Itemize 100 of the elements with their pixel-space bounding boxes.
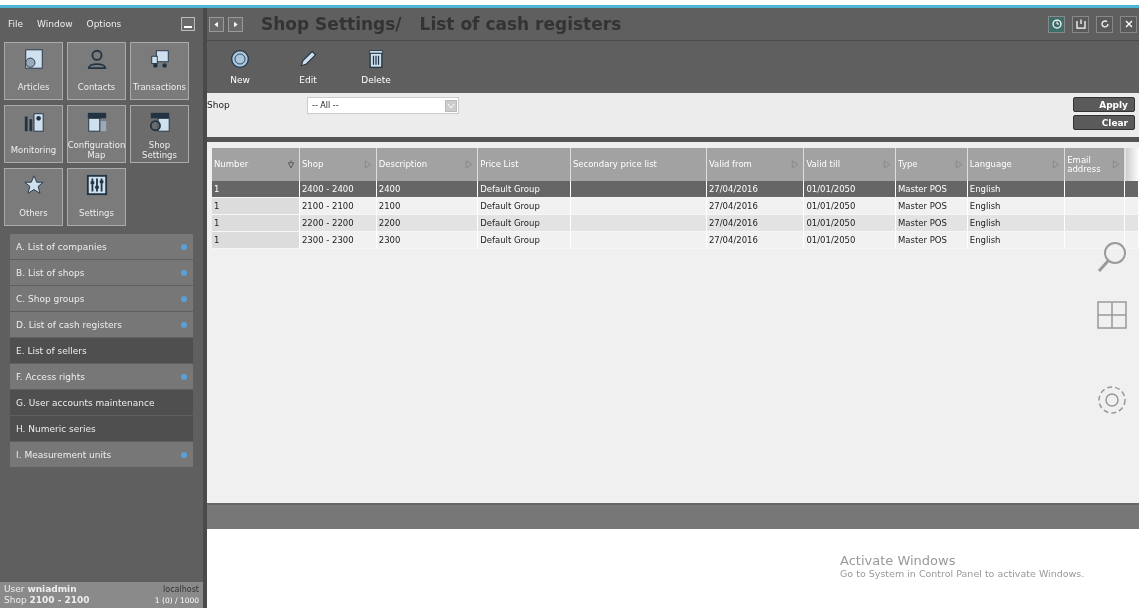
item-label: A. List of companies <box>16 241 107 252</box>
table-cell: 2300 <box>378 235 401 245</box>
nav-tile[interactable]: Articles <box>4 42 63 100</box>
column-header[interactable]: Valid till <box>803 148 896 181</box>
column-header[interactable]: Price List <box>477 148 571 181</box>
column-header[interactable]: Language <box>967 148 1065 181</box>
table-cell: English <box>969 235 1001 245</box>
table-cell: Default Group <box>480 218 540 228</box>
minimize-icon[interactable] <box>181 17 195 31</box>
table-cell: Master POS <box>898 218 947 228</box>
table-cell: 1 <box>214 218 220 228</box>
menu-item[interactable]: File <box>8 19 24 29</box>
toolbar-button[interactable]: New <box>221 49 259 85</box>
column-header[interactable]: Number <box>212 148 300 181</box>
table-cell: 1 <box>214 184 220 194</box>
table-cell: Default Group <box>480 201 540 211</box>
table-cell: 01/01/2050 <box>806 184 856 194</box>
shop-label: Shop 2100 - 2100 <box>4 595 91 606</box>
table-row[interactable]: 1 2100 - 2100 2100 Default Group 27/04/2016 01/01/2050 Master POS English <box>212 197 1139 215</box>
table-cell: 27/04/2016 <box>708 235 758 245</box>
settings-icon[interactable] <box>1095 383 1129 417</box>
column-header[interactable]: Shop <box>299 148 377 181</box>
nav-tile[interactable]: Monitoring <box>4 105 63 163</box>
item-label: B. List of shops <box>16 267 85 278</box>
toolbar-button[interactable]: Edit <box>289 49 327 85</box>
table-cell: 2300 - 2300 <box>301 235 354 245</box>
column-header[interactable]: Email address <box>1064 148 1125 181</box>
nav-tile[interactable]: Contacts <box>67 42 126 100</box>
table-cell: English <box>969 201 1001 211</box>
table-cell: 01/01/2050 <box>806 201 856 211</box>
sidebar-item[interactable]: A. List of companies <box>10 234 193 259</box>
table-cell: Master POS <box>898 201 947 211</box>
sidebar-item[interactable]: D. List of cash registers <box>10 312 193 337</box>
table-cell: 2400 - 2400 <box>301 184 354 194</box>
table-cell: 27/04/2016 <box>708 184 758 194</box>
caret-icon[interactable] <box>445 99 457 112</box>
table-cell: 2100 <box>378 201 401 211</box>
window-button[interactable] <box>1096 15 1113 33</box>
filter-button[interactable]: Clear <box>1073 115 1135 130</box>
forward-button[interactable] <box>228 16 243 32</box>
shop-dropdown[interactable]: -- All -- <box>307 97 459 114</box>
star-icon <box>22 174 45 196</box>
table-cell: Master POS <box>898 184 947 194</box>
table-cell: 27/04/2016 <box>708 218 758 228</box>
nav-tile[interactable]: Transactions <box>130 42 189 100</box>
table-row[interactable]: 1 2300 - 2300 2300 Default Group 27/04/2016 01/01/2050 Master POS English <box>212 231 1139 249</box>
nav-tile[interactable]: Settings <box>67 168 126 226</box>
table-cell: 01/01/2050 <box>806 235 856 245</box>
menu-item[interactable]: Options <box>86 19 122 29</box>
table-cell: Master POS <box>898 235 947 245</box>
column-header[interactable]: Type <box>895 148 968 181</box>
item-label: I. Measurement units <box>16 449 112 460</box>
item-label: D. List of cash registers <box>16 319 122 330</box>
window-button[interactable] <box>1072 15 1089 33</box>
box-icon <box>22 48 45 70</box>
column-header[interactable]: Secondary price list <box>570 148 707 181</box>
column-header[interactable]: Description <box>376 148 478 181</box>
people-icon <box>85 48 108 70</box>
sidebar-item[interactable]: I. Measurement units <box>10 442 193 467</box>
item-label: C. Shop groups <box>16 293 85 304</box>
sort-icon[interactable] <box>286 160 295 169</box>
nav-tile[interactable]: Shop Settings <box>130 105 189 163</box>
back-button[interactable] <box>209 16 224 32</box>
table-row[interactable]: 1 2200 - 2200 2200 Default Group 27/04/2016 01/01/2050 Master POS English <box>212 214 1139 232</box>
table-cell: 1 <box>214 235 220 245</box>
search-icon[interactable] <box>1095 240 1129 274</box>
sidebar-item[interactable]: E. List of sellers <box>10 338 193 363</box>
activation-title: Activate Windows <box>840 553 957 568</box>
sidebar-item[interactable]: H. Numeric series <box>10 416 193 441</box>
activation-text: Go to System in Control Panel to activate Windows. <box>840 568 1085 579</box>
sidebar-item[interactable]: C. Shop groups <box>10 286 193 311</box>
menu-item[interactable]: Window <box>37 19 73 29</box>
window-button[interactable] <box>1048 15 1065 33</box>
table-cell: Default Group <box>480 184 540 194</box>
sidebar-item[interactable]: F. Access rights <box>10 364 193 389</box>
window-button[interactable] <box>1120 15 1137 33</box>
windows-icon[interactable] <box>1095 298 1129 332</box>
store-gear-icon <box>148 111 171 133</box>
nav-tile[interactable]: Configuration Map <box>67 105 126 163</box>
sidebar-item[interactable]: G. User accounts maintenance <box>10 390 193 415</box>
table-cell: English <box>969 184 1001 194</box>
table-cell: 2200 - 2200 <box>301 218 354 228</box>
refresh-icon <box>1098 18 1111 30</box>
sidebar-item[interactable]: B. List of shops <box>10 260 193 285</box>
filter-button[interactable]: Apply <box>1073 97 1135 112</box>
power-icon <box>1074 18 1087 30</box>
user-label: User wniadmin <box>4 584 78 595</box>
column-header[interactable]: Valid from <box>706 148 804 181</box>
toolbar-button[interactable]: Delete <box>357 49 395 85</box>
item-label: F. Access rights <box>16 371 85 382</box>
item-label: H. Numeric series <box>16 423 96 434</box>
nav-tile[interactable]: Others <box>4 168 63 226</box>
table-cell: 2100 - 2100 <box>301 201 354 211</box>
table-cell: 2200 <box>378 218 401 228</box>
sliders-icon <box>85 174 108 196</box>
chart-icon <box>22 111 45 133</box>
table-row[interactable]: 1 2400 - 2400 2400 Default Group 27/04/2016 01/01/2050 Master POS English <box>212 181 1139 198</box>
triangle-icon <box>213 20 220 28</box>
host-label: localhost <box>162 584 199 595</box>
store-icon <box>85 111 108 133</box>
